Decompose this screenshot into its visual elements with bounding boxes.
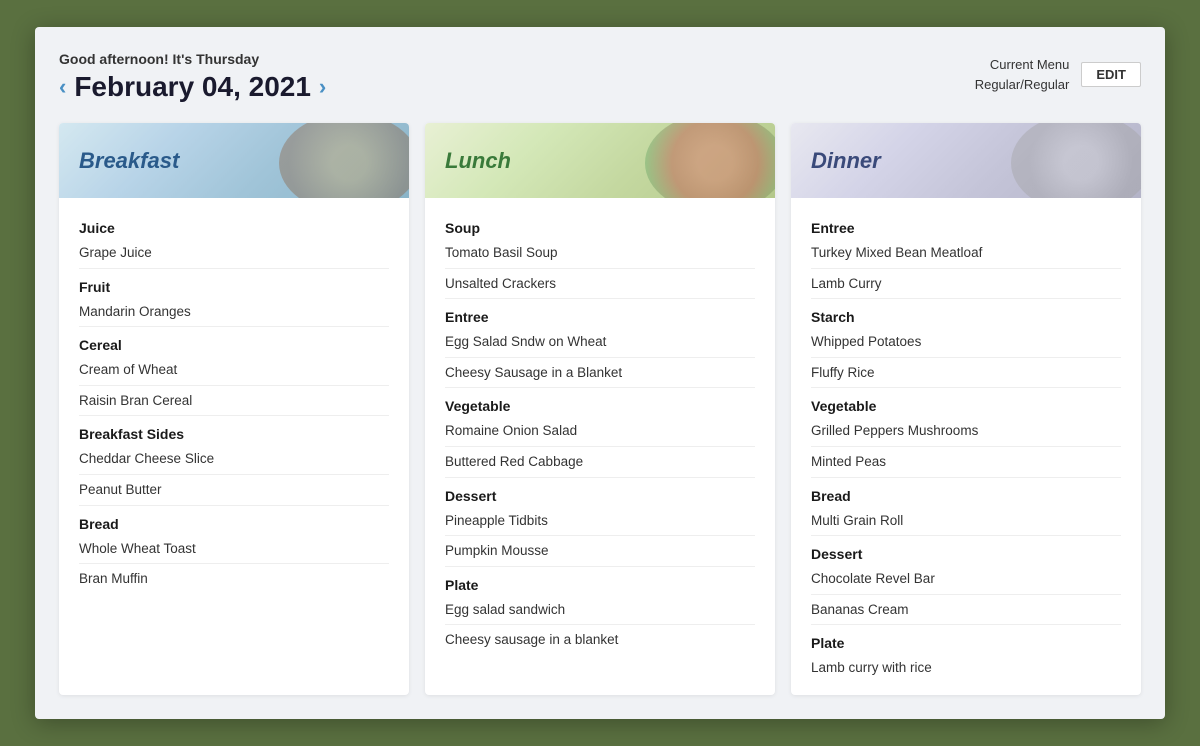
menu-item: Cheesy Sausage in a Blanket [445,358,755,389]
meal-card-breakfast: Breakfast Juice Grape Juice Fruit Mandarin O… [59,123,409,694]
menu-item: Pumpkin Mousse [445,536,755,567]
section-title-juice: Juice [79,220,389,236]
greeting-text: Good afternoon! It's Thursday [59,51,326,67]
menu-item: Whole Wheat Toast [79,534,389,565]
menu-item: Tomato Basil Soup [445,238,755,269]
section-title-soup: Soup [445,220,755,236]
date-navigation: ‹ February 04, 2021 › [59,71,326,103]
menu-item: Buttered Red Cabbage [445,447,755,478]
section-title-breakfast-sides: Breakfast Sides [79,426,389,442]
section-title-entree: Entree [811,220,1121,236]
meal-card-dinner: DinnerEntreeTurkey Mixed Bean MeatloafLa… [791,123,1141,694]
menu-item: Turkey Mixed Bean Meatloaf [811,238,1121,269]
meal-title-dinner: Dinner [811,148,881,174]
meal-body-dinner: Entree Turkey Mixed Bean MeatloafLamb Cur… [791,198,1141,694]
menu-item: Mandarin Oranges [79,297,389,328]
section-title-cereal: Cereal [79,337,389,353]
menu-item: Romaine Onion Salad [445,416,755,447]
menu-item: Unsalted Crackers [445,269,755,300]
header-left: Good afternoon! It's Thursday ‹ February… [59,51,326,103]
header-right: Current Menu Regular/Regular EDIT [975,55,1141,94]
section-title-plate: Plate [811,635,1121,651]
section-title-bread: Bread [811,488,1121,504]
menu-item: Grilled Peppers Mushrooms [811,416,1121,447]
meal-title-breakfast: Breakfast [79,148,179,174]
menu-item: Egg Salad Sndw on Wheat [445,327,755,358]
menu-item: Minted Peas [811,447,1121,478]
section-title-dessert: Dessert [811,546,1121,562]
menu-item: Cheddar Cheese Slice [79,444,389,475]
section-title-starch: Starch [811,309,1121,325]
menu-item: Lamb curry with rice [811,653,1121,683]
meal-card-lunch: Lunch Soup Tomato Basil SoupUnsalted Crack… [425,123,775,694]
meal-title-lunch: Lunch [445,148,511,174]
menu-item: Chocolate Revel Bar [811,564,1121,595]
meal-header-lunch: Lunch [425,123,775,198]
menu-item: Fluffy Rice [811,358,1121,389]
section-title-vegetable: Vegetable [445,398,755,414]
section-title-vegetable: Vegetable [811,398,1121,414]
menu-item: Egg salad sandwich [445,595,755,626]
menu-item: Bananas Cream [811,595,1121,626]
menu-item: Grape Juice [79,238,389,269]
meal-header-breakfast: Breakfast [59,123,409,198]
section-title-dessert: Dessert [445,488,755,504]
meal-body-lunch: Soup Tomato Basil SoupUnsalted Crackers En… [425,198,775,666]
menu-item: Pineapple Tidbits [445,506,755,537]
next-date-button[interactable]: › [319,76,326,98]
current-date: February 04, 2021 [74,71,311,103]
menu-item: Peanut Butter [79,475,389,506]
prev-date-button[interactable]: ‹ [59,76,66,98]
meal-header-dinner: Dinner [791,123,1141,198]
meals-grid: Breakfast Juice Grape Juice Fruit Mandarin O… [59,123,1141,694]
menu-item: Whipped Potatoes [811,327,1121,358]
current-menu-label: Current Menu Regular/Regular [975,55,1070,94]
edit-button[interactable]: EDIT [1081,62,1141,87]
menu-item: Raisin Bran Cereal [79,386,389,417]
section-title-fruit: Fruit [79,279,389,295]
menu-item: Lamb Curry [811,269,1121,300]
menu-item: Cheesy sausage in a blanket [445,625,755,655]
section-title-bread: Bread [79,516,389,532]
menu-item: Bran Muffin [79,564,389,594]
section-title-entree: Entree [445,309,755,325]
main-panel: Good afternoon! It's Thursday ‹ February… [35,27,1165,718]
meal-body-breakfast: Juice Grape Juice Fruit Mandarin Oranges Cer… [59,198,409,605]
header: Good afternoon! It's Thursday ‹ February… [59,51,1141,103]
menu-item: Multi Grain Roll [811,506,1121,537]
menu-item: Cream of Wheat [79,355,389,386]
section-title-plate: Plate [445,577,755,593]
